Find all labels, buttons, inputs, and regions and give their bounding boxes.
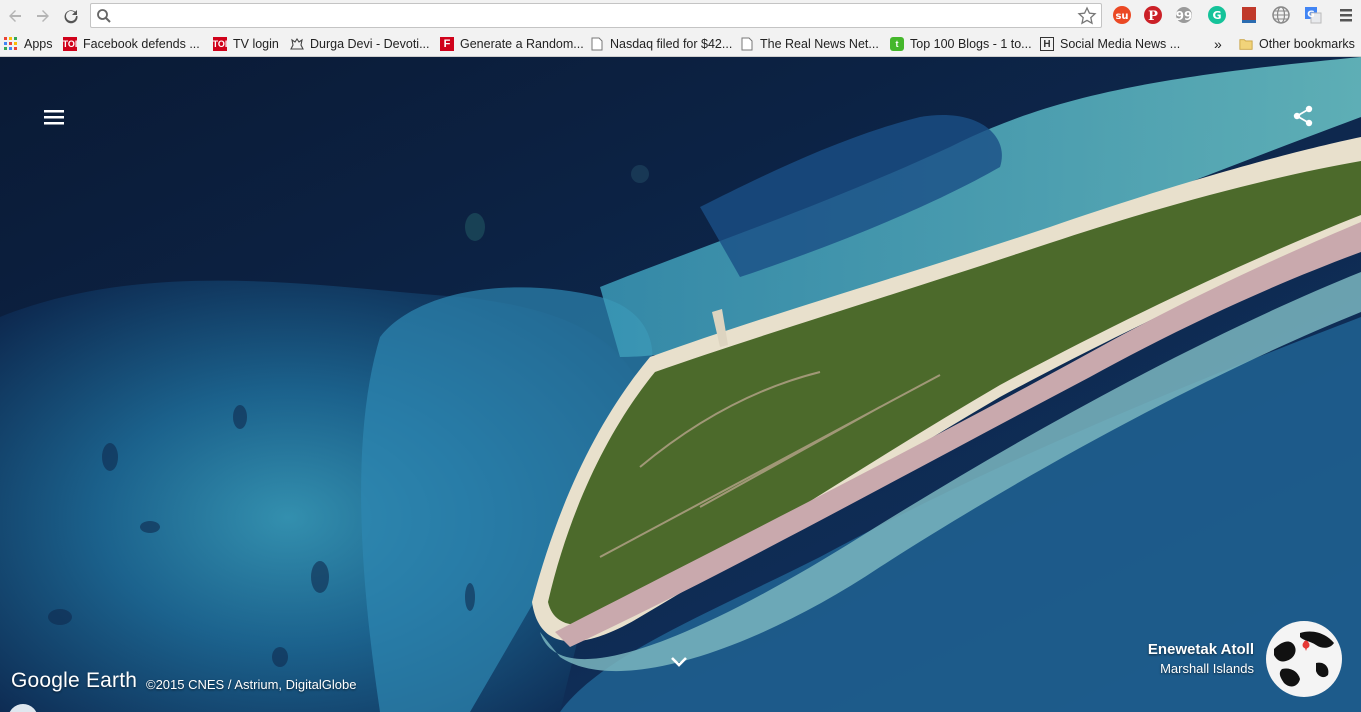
svg-text:P: P bbox=[1148, 9, 1158, 24]
bookmark-item[interactable]: The Real News Net... bbox=[740, 35, 879, 53]
svg-text:su: su bbox=[1115, 11, 1128, 22]
bookmark-label: Facebook defends ... bbox=[83, 37, 200, 51]
bookmark-item[interactable]: t Top 100 Blogs - 1 to... bbox=[890, 35, 1032, 53]
star-icon[interactable] bbox=[1077, 6, 1097, 26]
svg-text:G: G bbox=[1307, 10, 1314, 20]
bookmark-apps[interactable]: Apps bbox=[4, 35, 53, 53]
google-earth-logo: Google Earth bbox=[11, 669, 138, 692]
forward-button[interactable] bbox=[30, 3, 56, 29]
satellite-imagery[interactable] bbox=[0, 57, 1361, 712]
bookmark-item[interactable]: F Generate a Random... bbox=[440, 35, 584, 53]
bookmark-item[interactable]: TOI Facebook defends ... bbox=[63, 35, 200, 53]
reload-icon bbox=[64, 9, 78, 23]
page-icon bbox=[740, 37, 754, 51]
toi-icon: TOI bbox=[212, 37, 228, 51]
bookmark-label: Social Media News ... bbox=[1060, 37, 1181, 51]
f-icon: F bbox=[440, 37, 454, 51]
other-bookmarks-button[interactable]: Other bookmarks bbox=[1239, 35, 1355, 53]
share-icon bbox=[1293, 105, 1313, 127]
bookmark-red-icon[interactable] bbox=[1238, 4, 1260, 26]
location-label[interactable]: Enewetak Atoll Marshall Islands bbox=[1148, 641, 1254, 676]
bookmark-label: Durga Devi - Devoti... bbox=[310, 37, 430, 51]
back-button[interactable] bbox=[2, 3, 28, 29]
pinterest-icon[interactable]: P bbox=[1142, 4, 1164, 26]
menu-button[interactable] bbox=[40, 105, 68, 129]
bookmark-label: Other bookmarks bbox=[1259, 37, 1355, 51]
bookmark-item[interactable]: Durga Devi - Devoti... bbox=[290, 35, 429, 53]
search-icon bbox=[97, 9, 111, 23]
globe-location-icon bbox=[1266, 621, 1342, 697]
address-bar[interactable] bbox=[90, 3, 1102, 28]
chevron-down-icon bbox=[671, 657, 687, 667]
bookmark-item[interactable]: TOI TV login bbox=[213, 35, 279, 53]
bookmarks-bar: Apps TOI Facebook defends ... TOI TV log… bbox=[0, 31, 1361, 57]
bookmark-label: The Real News Net... bbox=[760, 37, 879, 51]
bookmark-item[interactable]: H Social Media News ... bbox=[1040, 35, 1180, 53]
toi-icon: TOI bbox=[62, 37, 78, 51]
svg-text:G: G bbox=[1212, 9, 1221, 22]
page-icon bbox=[590, 37, 604, 51]
durga-icon bbox=[290, 37, 304, 51]
arrow-right-icon bbox=[37, 9, 49, 22]
overflow-label: » bbox=[1214, 36, 1222, 52]
url-input[interactable] bbox=[117, 5, 1101, 26]
earth-view[interactable]: Google Earth ©2015 CNES / Astrium, Digit… bbox=[0, 57, 1361, 712]
chrome-menu-icon[interactable] bbox=[1335, 4, 1357, 26]
imagery-copyright: ©2015 CNES / Astrium, DigitalGlobe bbox=[146, 677, 357, 692]
stumbleupon-icon[interactable]: su bbox=[1111, 4, 1133, 26]
folder-icon bbox=[1239, 37, 1253, 51]
bookmark-label: Nasdaq filed for $42... bbox=[610, 37, 733, 51]
svg-text:99: 99 bbox=[1176, 9, 1193, 23]
translate-icon[interactable]: G bbox=[1302, 4, 1324, 26]
globe-icon[interactable] bbox=[1270, 4, 1292, 26]
globe-button[interactable] bbox=[1264, 619, 1344, 699]
bookmark-label: Top 100 Blogs - 1 to... bbox=[910, 37, 1032, 51]
bookmark-label: TV login bbox=[233, 37, 279, 51]
place-region: Marshall Islands bbox=[1160, 661, 1254, 676]
expand-info-button[interactable] bbox=[666, 652, 692, 672]
h-icon: H bbox=[1040, 37, 1054, 51]
apps-grid-icon bbox=[4, 37, 18, 51]
hamburger-menu-icon bbox=[44, 110, 64, 125]
bookmark-label: Generate a Random... bbox=[460, 37, 584, 51]
bookmarks-overflow-button[interactable]: » bbox=[1214, 35, 1222, 53]
quote-icon[interactable]: 99 bbox=[1173, 4, 1195, 26]
grammarly-icon[interactable]: G bbox=[1206, 4, 1228, 26]
bookmark-label: Apps bbox=[24, 37, 53, 51]
share-button[interactable] bbox=[1290, 103, 1316, 129]
arrow-left-icon bbox=[9, 9, 21, 22]
bookmark-item[interactable]: Nasdaq filed for $42... bbox=[590, 35, 732, 53]
place-name: Enewetak Atoll bbox=[1147, 641, 1254, 658]
t-icon: t bbox=[890, 37, 904, 51]
reload-button[interactable] bbox=[58, 3, 84, 29]
